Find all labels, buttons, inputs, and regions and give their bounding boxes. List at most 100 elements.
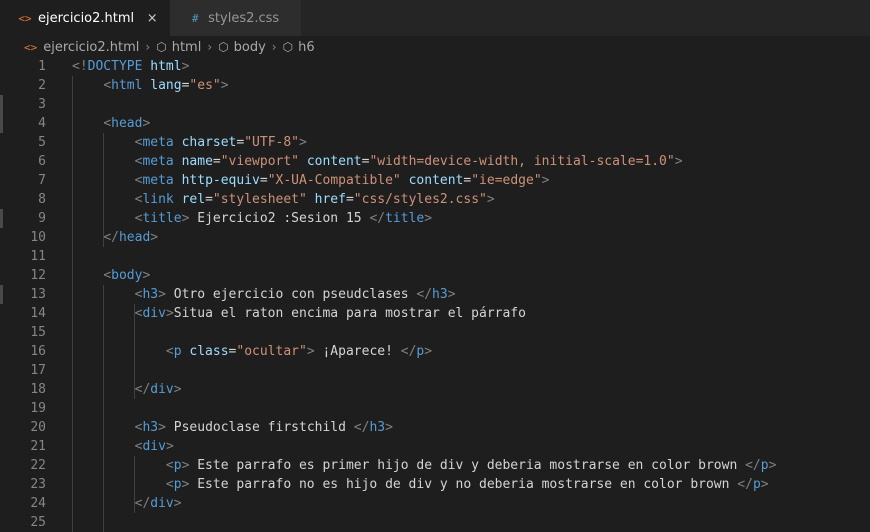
breadcrumb-item-file[interactable]: ejercicio2.html [43,40,139,55]
code-token: div [142,439,166,454]
code-text: <meta name="viewport" content="width=dev… [72,152,683,171]
tab-ejercicio2-html[interactable]: <> ejercicio2.html × [0,0,171,36]
code-line[interactable]: 16 <p class="ocultar"> ¡Aparece! </p> [0,342,870,361]
line-number: 21 [30,439,46,454]
code-token: head [118,230,151,245]
element-icon: ⬡ [156,40,167,54]
code-line[interactable]: 19 [0,399,870,418]
gutter-mark [0,209,3,228]
code-text: <meta charset="UTF-8"> [72,133,307,152]
code-line[interactable]: 25 [0,513,870,532]
code-token: class [189,344,229,359]
code-line[interactable]: 11 [0,247,870,266]
code-text: </div> [72,494,182,513]
code-line[interactable]: 9 <title> Ejercicio2 :Sesion 15 </title> [0,209,870,228]
code-line[interactable]: 13 <h3> Otro ejercicio con pseudclases <… [0,285,870,304]
code-token: h3 [432,287,448,302]
code-token: > [173,382,182,397]
code-token: href [314,192,346,207]
line-number: 1 [38,59,46,74]
line-number: 24 [30,496,46,511]
code-line[interactable]: 7 <meta http-equiv="X-UA-Compatible" con… [0,171,870,190]
code-token: h3 [369,420,386,435]
code-token: > [142,116,151,131]
line-number: 15 [30,325,46,340]
code-token: meta [142,154,182,169]
code-token: </ [416,287,433,302]
code-token: http-equiv [181,173,260,188]
code-token: Este parrafo no es hijo de div y no debe… [189,477,738,492]
line-number: 9 [38,211,46,226]
code-line[interactable]: 18 </div> [0,380,870,399]
code-token: Pseudoclase firstchild [165,420,354,435]
code-token: > [299,135,307,150]
code-token: p [173,344,190,359]
code-line[interactable]: 10 </head> [0,228,870,247]
code-line[interactable]: 12 <body> [0,266,870,285]
code-token: > [385,420,393,435]
code-token: = [205,192,213,207]
indent-guide [134,304,135,399]
code-token: "ie=edge" [471,173,542,188]
tab-label: styles2.css [208,10,280,26]
code-token: </ [134,496,151,511]
indent-guide [103,285,104,532]
code-line[interactable]: 14 <div>Situa el raton encima para mostr… [0,304,870,323]
line-number: 7 [38,173,46,188]
code-line[interactable]: 22 <p> Este parrafo es primer hijo de di… [0,456,870,475]
code-token: > [220,78,229,93]
tab-label: ejercicio2.html [38,10,135,26]
line-number: 16 [30,344,46,359]
breadcrumb-item-body[interactable]: body [234,40,266,55]
code-line[interactable]: 6 <meta name="viewport" content="width=d… [0,152,870,171]
breadcrumb-item-html[interactable]: html [172,40,202,55]
code-line[interactable]: 1 <!DOCTYPE html> [0,57,870,76]
code-line[interactable]: 23 <p> Este parrafo no es hijo de div y … [0,475,870,494]
code-token: </ [103,230,119,245]
line-number: 23 [30,477,46,492]
code-token: > [768,458,777,473]
code-token: "stylesheet" [212,192,307,207]
code-editor[interactable]: 1 <!DOCTYPE html> 2 <html lang="es"> 3 4 <he… [0,57,870,532]
code-line[interactable]: 2 <html lang="es"> [0,76,870,95]
code-token: </ [745,458,761,473]
code-token: > [541,173,550,188]
code-line[interactable]: 3 [0,95,870,114]
tab-styles2-css[interactable]: # styles2.css [170,0,302,36]
code-token: meta [142,135,182,150]
code-line[interactable]: 24 </div> [0,494,870,513]
close-icon[interactable]: × [144,11,160,26]
code-token: > [674,154,683,169]
code-token: DOCTYPE [87,59,151,74]
code-line[interactable]: 15 [0,323,870,342]
breadcrumb-item-h6[interactable]: h6 [298,40,315,55]
code-token: div [150,496,174,511]
code-text: <p> Este parrafo no es hijo de div y no … [72,475,769,494]
code-token: rel [181,192,206,207]
code-line[interactable]: 17 [0,361,870,380]
indent-guide [103,133,104,247]
code-line[interactable]: 20 <h3> Pseudoclase firstchild </h3> [0,418,870,437]
code-token: title [385,211,425,226]
code-text: <div>Situa el raton encima para mostrar … [72,304,526,323]
code-line[interactable]: 4 <head> [0,114,870,133]
line-number: 18 [30,382,46,397]
line-number: 11 [30,249,46,264]
line-number: 14 [30,306,46,321]
code-token: Situa el raton encima para mostrar el pá… [173,306,526,321]
line-number: 10 [30,230,46,245]
code-token: < [165,344,174,359]
code-line[interactable]: 21 <div> [0,437,870,456]
code-token: p [760,458,769,473]
line-number: 25 [30,515,46,530]
code-token: Ejercicio2 :Sesion 15 [189,211,370,226]
code-line[interactable]: 8 <link rel="stylesheet" href="css/style… [0,190,870,209]
code-line[interactable]: 5 <meta charset="UTF-8"> [0,133,870,152]
